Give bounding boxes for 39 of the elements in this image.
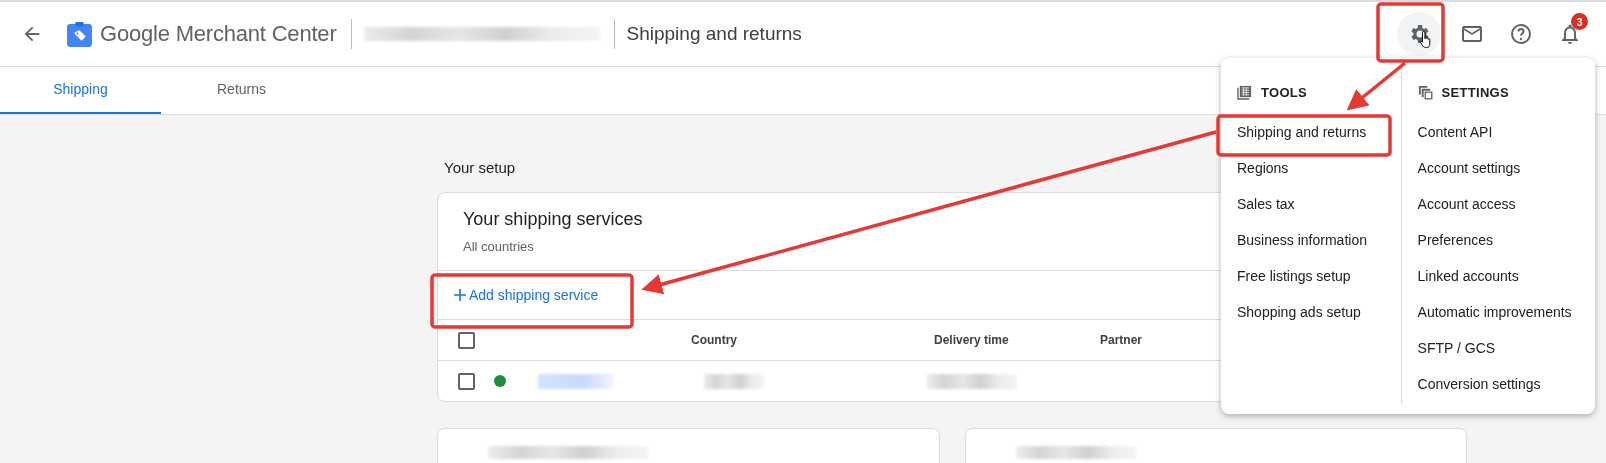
menu-section-title: TOOLS [1261,84,1308,100]
plus-icon [454,289,466,301]
menu-item[interactable]: Free listings setup [1237,258,1385,294]
stacked-squares-icon [1417,84,1433,100]
tab[interactable]: Returns [161,67,322,114]
shopping-tag-logo-icon [66,20,93,48]
menu-item[interactable]: Account settings [1417,150,1595,186]
page-title: Shipping and returns [626,23,802,45]
menu-section-title: SETTINGS [1441,84,1509,100]
checkbox[interactable] [458,372,475,390]
product-name: Google Merchant Center [100,21,337,47]
column-header: Partner [1100,333,1143,347]
card-subtitle: All countries [463,239,534,254]
column-header: Delivery time [934,333,1009,347]
tab[interactable]: Shipping [0,67,161,114]
column-header: Country [691,333,737,347]
menu-item[interactable]: Business information [1237,222,1385,258]
menu-item[interactable]: Linked accounts [1417,258,1595,294]
arrow [1346,61,1407,111]
blurred-text [704,373,764,389]
menu-item[interactable]: Shopping ads setup [1237,294,1385,330]
tools-grid-icon [1237,84,1252,100]
menu-item[interactable]: SFTP / GCS [1417,330,1595,366]
section-heading: Your setup [444,159,516,176]
menu-item[interactable]: Preferences [1417,222,1595,258]
menu-item[interactable]: Automatic improvements [1417,294,1595,330]
card-title: Your shipping services [463,209,643,230]
highlight-frame [1376,2,1445,63]
settings-button[interactable] [1397,12,1441,56]
checkbox[interactable] [458,331,475,349]
add-shipping-service-link[interactable]: Add shipping service [454,287,599,303]
menu-item[interactable]: Shipping and returns [1237,114,1385,150]
menu-item[interactable]: Conversion settings [1417,366,1595,402]
menu-item[interactable]: Content API [1417,114,1595,150]
menu-item[interactable]: Sales tax [1237,186,1385,222]
menu-item[interactable]: Account access [1417,186,1595,222]
notification-badge: 3 [1571,13,1588,30]
menu-item[interactable]: Regions [1237,150,1385,186]
help-icon[interactable] [1509,22,1533,46]
